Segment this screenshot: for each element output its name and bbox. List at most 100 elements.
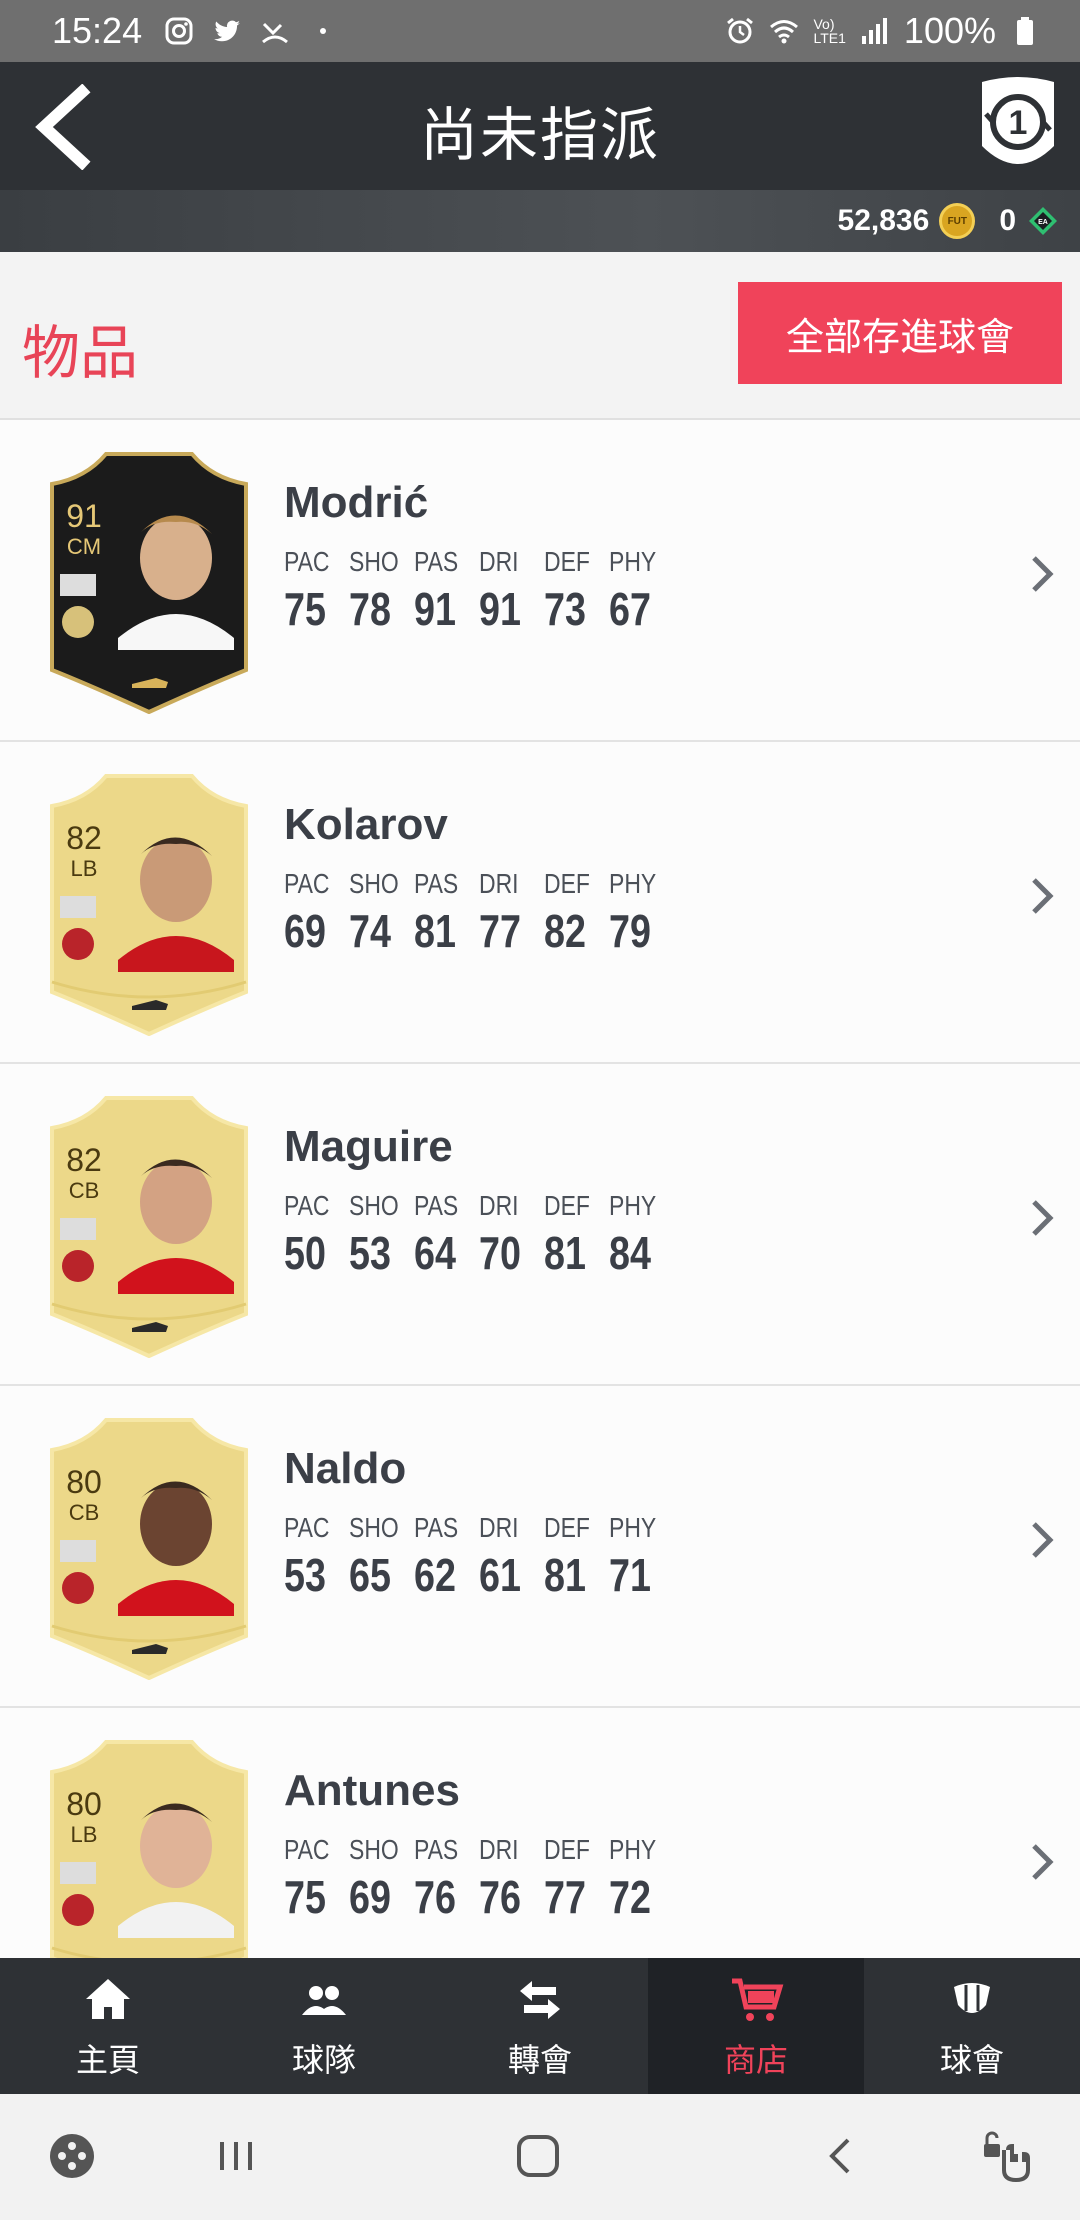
chevron-right-icon xyxy=(1032,878,1054,914)
touch-lock-icon[interactable] xyxy=(978,2126,1038,2186)
stat-label: PAS xyxy=(414,1512,459,1543)
shield-number: 1 xyxy=(1009,104,1028,142)
stat-label: PHY xyxy=(609,546,657,577)
stat-def: DEF 73 xyxy=(544,546,609,636)
alarm-icon xyxy=(727,17,754,44)
nav-transfer[interactable]: 轉會 xyxy=(432,1958,648,2094)
nav-club[interactable]: 球會 xyxy=(864,1958,1080,2094)
recent-apps-icon[interactable] xyxy=(206,2126,266,2186)
card-rating: 82 xyxy=(66,820,102,856)
nav-label: 商店 xyxy=(723,2041,788,2079)
player-row[interactable]: 80 CB Naldo PAC 53 SHO 65 PAS 62 DRI 61 … xyxy=(0,1386,1080,1708)
stat-value: 91 xyxy=(414,583,456,635)
card-rating: 80 xyxy=(66,1786,102,1822)
status-bar: 15:24 Vo) LTE1 100% xyxy=(0,0,1080,62)
stat-label: DEF xyxy=(544,868,590,899)
nation-flag-icon xyxy=(60,574,96,596)
battery-icon xyxy=(1017,17,1033,45)
player-name: Kolarov xyxy=(284,800,448,849)
home-icon xyxy=(86,1979,130,2019)
stat-phy: PHY 84 xyxy=(609,1190,674,1280)
player-card-shape xyxy=(50,774,248,1037)
stat-def: DEF 82 xyxy=(544,868,609,958)
stat-label: DRI xyxy=(479,868,519,899)
stat-label: PAC xyxy=(284,868,330,899)
player-name: Modrić xyxy=(284,478,429,527)
stat-sho: SHO 78 xyxy=(349,546,414,636)
fut-coin-icon: FUT xyxy=(939,203,976,239)
player-face xyxy=(140,516,212,600)
player-stats: PAC 53 SHO 65 PAS 62 DRI 61 DEF 81 PHY 7… xyxy=(284,1512,674,1602)
fifa-points-icon: EA xyxy=(1029,207,1057,235)
nav-home[interactable]: 主頁 xyxy=(0,1958,216,2094)
stat-label: DEF xyxy=(544,1190,590,1221)
player-card: 80 CB xyxy=(46,1416,252,1681)
stat-label: PAC xyxy=(284,1834,330,1865)
stat-dri: DRI 61 xyxy=(479,1512,544,1602)
card-position: CB xyxy=(68,1178,100,1203)
player-card: 82 LB xyxy=(46,772,252,1037)
stat-value: 75 xyxy=(284,583,326,635)
player-card: 82 CB xyxy=(46,1094,252,1359)
stat-value: 70 xyxy=(479,1227,521,1279)
lte-indicator: Vo) LTE1 xyxy=(813,16,846,46)
stat-pas: PAS 81 xyxy=(414,868,479,958)
store-all-in-club-button[interactable]: 全部存進球會 xyxy=(738,282,1062,384)
nation-flag-icon xyxy=(60,896,96,918)
player-face xyxy=(140,1482,212,1566)
back-button-icon[interactable] xyxy=(812,2126,872,2186)
nav-team[interactable]: 球隊 xyxy=(216,1958,432,2094)
card-position: CM xyxy=(66,534,102,559)
stat-pac: PAC 75 xyxy=(284,1834,349,1924)
player-face xyxy=(140,1804,212,1888)
player-list: 91 CM Modrić PAC 75 SHO 78 PAS 91 DRI 91… xyxy=(0,420,1080,2030)
stat-label: SHO xyxy=(349,1512,399,1543)
stat-label: PHY xyxy=(609,1834,657,1865)
chevron-right-icon xyxy=(1032,1200,1054,1236)
squad-shield-icon[interactable]: 1 xyxy=(976,72,1060,182)
home-button-icon[interactable] xyxy=(508,2126,568,2186)
player-face xyxy=(140,1160,212,1244)
stat-value: 65 xyxy=(349,1549,391,1601)
player-row[interactable]: 82 LB Kolarov PAC 69 SHO 74 PAS 81 DRI 7… xyxy=(0,742,1080,1064)
nav-label: 球會 xyxy=(939,2041,1004,2079)
stat-label: SHO xyxy=(349,1834,399,1865)
card-position: LB xyxy=(70,1822,98,1847)
nav-store[interactable]: 商店 xyxy=(648,1958,864,2094)
items-label: 物品 xyxy=(22,319,139,387)
stat-label: PAS xyxy=(414,868,459,899)
stat-def: DEF 81 xyxy=(544,1512,609,1602)
stat-label: PHY xyxy=(609,1190,657,1221)
items-section-header: 物品 全部存進球會 xyxy=(0,252,1080,420)
stat-phy: PHY 71 xyxy=(609,1512,674,1602)
stat-dri: DRI 77 xyxy=(479,868,544,958)
stat-value: 74 xyxy=(349,905,391,957)
stat-label: DRI xyxy=(479,1834,519,1865)
stat-def: DEF 77 xyxy=(544,1834,609,1924)
card-position: CB xyxy=(68,1500,100,1525)
player-row[interactable]: 82 CB Maguire PAC 50 SHO 53 PAS 64 DRI 7… xyxy=(0,1064,1080,1386)
stat-pas: PAS 91 xyxy=(414,546,479,636)
chevron-right-icon xyxy=(1032,556,1054,592)
club-badge-icon xyxy=(62,1250,94,1282)
stat-dri: DRI 76 xyxy=(479,1834,544,1924)
stat-label: PHY xyxy=(609,868,657,899)
stat-label: PAS xyxy=(414,1190,459,1221)
stat-pac: PAC 69 xyxy=(284,868,349,958)
stat-sho: SHO 69 xyxy=(349,1834,414,1924)
stat-value: 50 xyxy=(284,1227,326,1279)
stat-label: PAC xyxy=(284,1512,330,1543)
stat-value: 81 xyxy=(544,1227,586,1279)
stat-dri: DRI 91 xyxy=(479,546,544,636)
signal-icon xyxy=(861,18,887,44)
player-card-shape xyxy=(50,452,248,715)
page-title: 尚未指派 xyxy=(419,101,660,169)
dot-icon xyxy=(320,28,327,34)
player-row[interactable]: 91 CM Modrić PAC 75 SHO 78 PAS 91 DRI 91… xyxy=(0,420,1080,742)
wifi-icon xyxy=(770,20,799,44)
twitter-icon xyxy=(214,20,241,42)
currency-bar: 52,836 FUT 0 EA xyxy=(0,190,1080,252)
game-launcher-icon[interactable] xyxy=(42,2126,102,2186)
stat-value: 71 xyxy=(609,1549,651,1601)
player-stats: PAC 69 SHO 74 PAS 81 DRI 77 DEF 82 PHY 7… xyxy=(284,868,674,958)
